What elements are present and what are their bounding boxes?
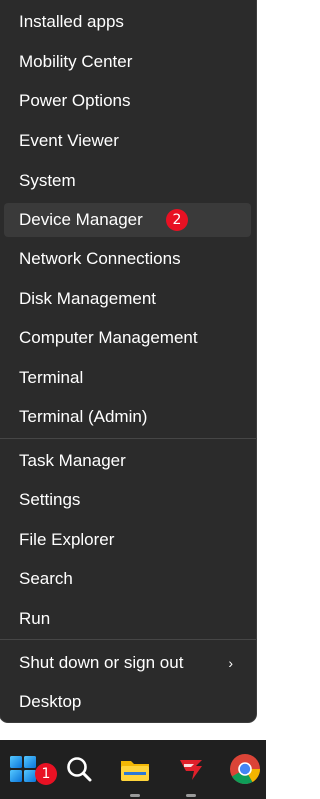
menu-item-task-manager[interactable]: Task Manager — [4, 444, 251, 478]
menu-item-label: Terminal (Admin) — [19, 407, 148, 426]
chevron-right-icon: › — [228, 655, 233, 671]
menu-item-label: Disk Management — [19, 289, 157, 308]
menu-item-label: Mobility Center — [19, 52, 133, 71]
menu-item-network-connections[interactable]: Network Connections — [4, 242, 251, 276]
menu-item-power-options[interactable]: Power Options — [4, 84, 251, 118]
step-badge-2: 2 — [166, 209, 188, 231]
menu-separator — [0, 639, 256, 640]
menu-item-terminal[interactable]: Terminal — [4, 361, 251, 395]
menu-item-settings[interactable]: Settings — [4, 483, 251, 517]
menu-item-label: Search — [19, 569, 73, 588]
menu-item-device-manager[interactable]: Device Manager 2 — [4, 203, 251, 237]
search-icon — [67, 757, 92, 782]
menu-item-label: File Explorer — [19, 530, 115, 549]
menu-item-system[interactable]: System — [4, 164, 251, 198]
menu-item-label: Event Viewer — [19, 131, 119, 150]
menu-item-label: System — [19, 171, 76, 190]
menu-item-search[interactable]: Search — [4, 562, 251, 596]
background-window — [256, 0, 266, 740]
menu-item-label: Power Options — [19, 91, 131, 110]
menu-item-run[interactable]: Run — [4, 602, 251, 636]
chrome-icon — [230, 754, 260, 785]
menu-item-label: Network Connections — [19, 249, 181, 268]
running-indicator — [186, 794, 196, 797]
running-indicator — [130, 794, 140, 797]
menu-item-label: Installed apps — [19, 12, 124, 31]
menu-item-label: Device Manager — [19, 210, 143, 229]
file-explorer-icon — [121, 761, 149, 781]
menu-item-label: Terminal — [19, 368, 84, 387]
taskbar: 1 — [0, 740, 266, 799]
menu-item-label: Task Manager — [19, 451, 126, 470]
menu-item-disk-management[interactable]: Disk Management — [4, 282, 251, 316]
menu-item-shut-down-or-sign-out[interactable]: Shut down or sign out › — [4, 646, 251, 680]
menu-item-file-explorer[interactable]: File Explorer — [4, 523, 251, 557]
menu-item-mobility-center[interactable]: Mobility Center — [4, 45, 251, 79]
menu-item-computer-management[interactable]: Computer Management — [4, 321, 251, 355]
winx-context-menu: Installed apps Mobility Center Power Opt… — [0, 0, 256, 722]
taskbar-search-button[interactable] — [62, 752, 96, 786]
menu-item-terminal-admin[interactable]: Terminal (Admin) — [4, 400, 251, 434]
menu-item-label: Settings — [19, 490, 81, 509]
menu-item-desktop[interactable]: Desktop — [4, 685, 251, 719]
menu-item-label: Run — [19, 609, 51, 628]
red-app-icon — [180, 760, 202, 780]
taskbar-file-explorer-button[interactable] — [118, 752, 152, 786]
menu-separator — [0, 438, 256, 439]
taskbar-red-app-button[interactable] — [174, 752, 208, 786]
taskbar-chrome-button[interactable] — [228, 752, 262, 786]
menu-item-event-viewer[interactable]: Event Viewer — [4, 124, 251, 158]
menu-item-label: Shut down or sign out — [19, 653, 184, 672]
step-badge-1: 1 — [35, 763, 57, 785]
menu-item-label: Computer Management — [19, 328, 198, 347]
menu-item-installed-apps[interactable]: Installed apps — [4, 5, 251, 39]
menu-item-label: Desktop — [19, 692, 82, 711]
